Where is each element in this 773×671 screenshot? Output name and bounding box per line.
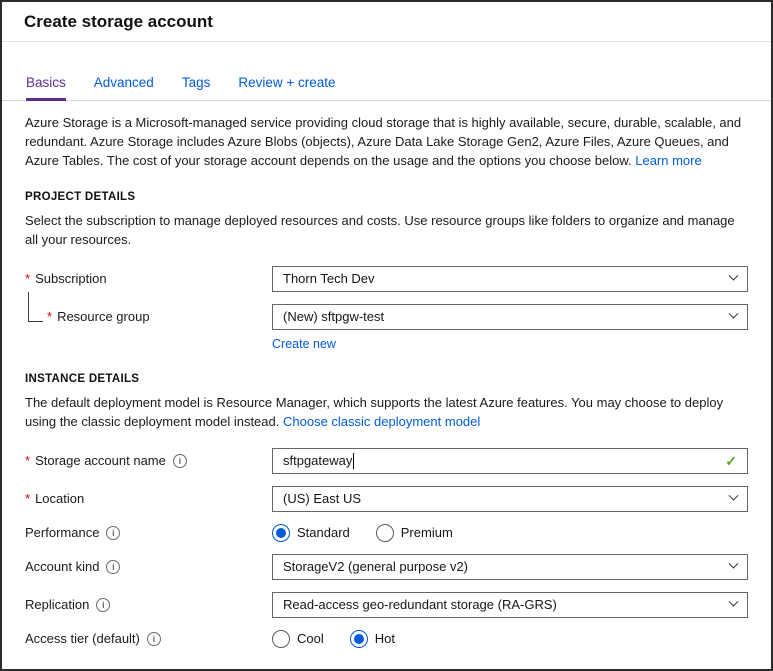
classic-deployment-link[interactable]: Choose classic deployment model: [283, 414, 480, 429]
radio-label: Standard: [297, 525, 350, 541]
tree-connector-line: [28, 292, 43, 323]
intro-text: Azure Storage is a Microsoft-managed ser…: [2, 114, 771, 171]
access-tier-label-text: Access tier (default): [25, 631, 140, 647]
radio-unselected-icon: [272, 629, 290, 648]
location-select[interactable]: (US) East US: [272, 485, 748, 512]
radio-access-tier-cool[interactable]: Cool: [272, 629, 324, 648]
replication-label-text: Replication: [25, 597, 90, 613]
account-kind-value: StorageV2 (general purpose v2): [283, 559, 469, 575]
performance-radio-group: Standard Premium: [272, 523, 748, 542]
chevron-down-icon: [728, 597, 739, 607]
required-marker: *: [47, 309, 53, 325]
performance-label-text: Performance: [25, 525, 100, 541]
resource-group-select[interactable]: (New) sftpgw-test: [272, 303, 748, 330]
create-new-link[interactable]: Create new: [272, 337, 336, 351]
page-title: Create storage account: [24, 12, 213, 31]
tab-bar: Basics Advanced Tags Review + create: [2, 75, 771, 101]
location-value: (US) East US: [283, 491, 362, 507]
required-marker: *: [25, 453, 31, 469]
storage-account-name-label: * Storage account name i: [25, 453, 272, 468]
tab-tags[interactable]: Tags: [182, 75, 211, 100]
info-icon[interactable]: i: [172, 453, 187, 468]
radio-selected-icon: [349, 629, 368, 648]
radio-access-tier-hot[interactable]: Hot: [349, 629, 395, 648]
chevron-down-icon: [728, 491, 739, 501]
field-access-tier: Access tier (default) i Cool Hot: [2, 629, 771, 648]
storage-account-name-value: sftpgateway: [283, 453, 353, 469]
resource-group-label: * Resource group: [25, 292, 272, 325]
info-icon[interactable]: i: [146, 631, 161, 646]
radio-performance-standard[interactable]: Standard: [272, 523, 350, 542]
subscription-label: * Subscription: [25, 271, 272, 286]
project-details-heading: PROJECT DETAILS: [25, 190, 136, 203]
radio-label: Cool: [297, 631, 324, 647]
storage-account-name-input[interactable]: sftpgateway ✓: [272, 447, 748, 474]
info-icon[interactable]: i: [96, 597, 111, 612]
required-marker: *: [25, 271, 31, 287]
radio-performance-premium[interactable]: Premium: [375, 523, 453, 542]
field-storage-account-name: * Storage account name i sftpgateway ✓: [2, 447, 771, 474]
replication-select[interactable]: Read-access geo-redundant storage (RA-GR…: [272, 591, 748, 618]
dialog-header: Create storage account: [2, 2, 771, 42]
field-account-kind: Account kind i StorageV2 (general purpos…: [2, 553, 771, 580]
radio-label: Hot: [374, 631, 395, 647]
chevron-down-icon: [728, 271, 739, 281]
resource-group-value: (New) sftpgw-test: [283, 309, 385, 325]
subscription-select[interactable]: Thorn Tech Dev: [272, 265, 748, 292]
replication-label: Replication i: [25, 597, 272, 612]
field-location: * Location (US) East US: [2, 485, 771, 512]
location-label: * Location: [25, 491, 272, 506]
tab-advanced[interactable]: Advanced: [94, 75, 154, 100]
storage-account-name-label-text: Storage account name: [35, 453, 166, 469]
replication-value: Read-access geo-redundant storage (RA-GR…: [283, 597, 557, 613]
intro-description: Azure Storage is a Microsoft-managed ser…: [25, 115, 742, 168]
instance-details-description: The default deployment model is Resource…: [2, 394, 771, 432]
resource-group-label-text: Resource group: [57, 309, 150, 325]
account-kind-label: Account kind i: [25, 559, 272, 574]
radio-selected-icon: [272, 523, 290, 542]
project-details-description: Select the subscription to manage deploy…: [25, 212, 735, 247]
valid-checkmark-icon: ✓: [725, 452, 737, 469]
chevron-down-icon: [728, 309, 739, 319]
account-kind-select[interactable]: StorageV2 (general purpose v2): [272, 553, 748, 580]
tab-review-create[interactable]: Review + create: [238, 75, 335, 100]
tab-basics[interactable]: Basics: [26, 75, 66, 101]
field-performance: Performance i Standard Premium: [2, 523, 771, 542]
location-label-text: Location: [35, 491, 85, 507]
text-cursor: [353, 452, 355, 469]
field-replication: Replication i Read-access geo-redundant …: [2, 591, 771, 618]
info-icon[interactable]: i: [106, 525, 121, 540]
field-subscription: * Subscription Thorn Tech Dev: [2, 265, 771, 292]
field-resource-group: * Resource group (New) sftpgw-test: [2, 292, 771, 330]
access-tier-label: Access tier (default) i: [25, 631, 272, 646]
radio-label: Premium: [400, 525, 453, 541]
learn-more-link[interactable]: Learn more: [635, 153, 701, 168]
subscription-value: Thorn Tech Dev: [283, 271, 375, 287]
radio-unselected-icon: [375, 523, 394, 542]
subscription-label-text: Subscription: [35, 271, 107, 287]
instance-details-heading: INSTANCE DETAILS: [25, 372, 140, 385]
create-new-row: Create new: [2, 335, 771, 353]
info-icon[interactable]: i: [106, 559, 121, 574]
performance-label: Performance i: [25, 525, 272, 540]
access-tier-radio-group: Cool Hot: [272, 629, 748, 648]
required-marker: *: [25, 491, 31, 507]
create-storage-account-dialog: Create storage account Basics Advanced T…: [0, 0, 773, 671]
account-kind-label-text: Account kind: [25, 559, 100, 575]
chevron-down-icon: [728, 559, 739, 569]
